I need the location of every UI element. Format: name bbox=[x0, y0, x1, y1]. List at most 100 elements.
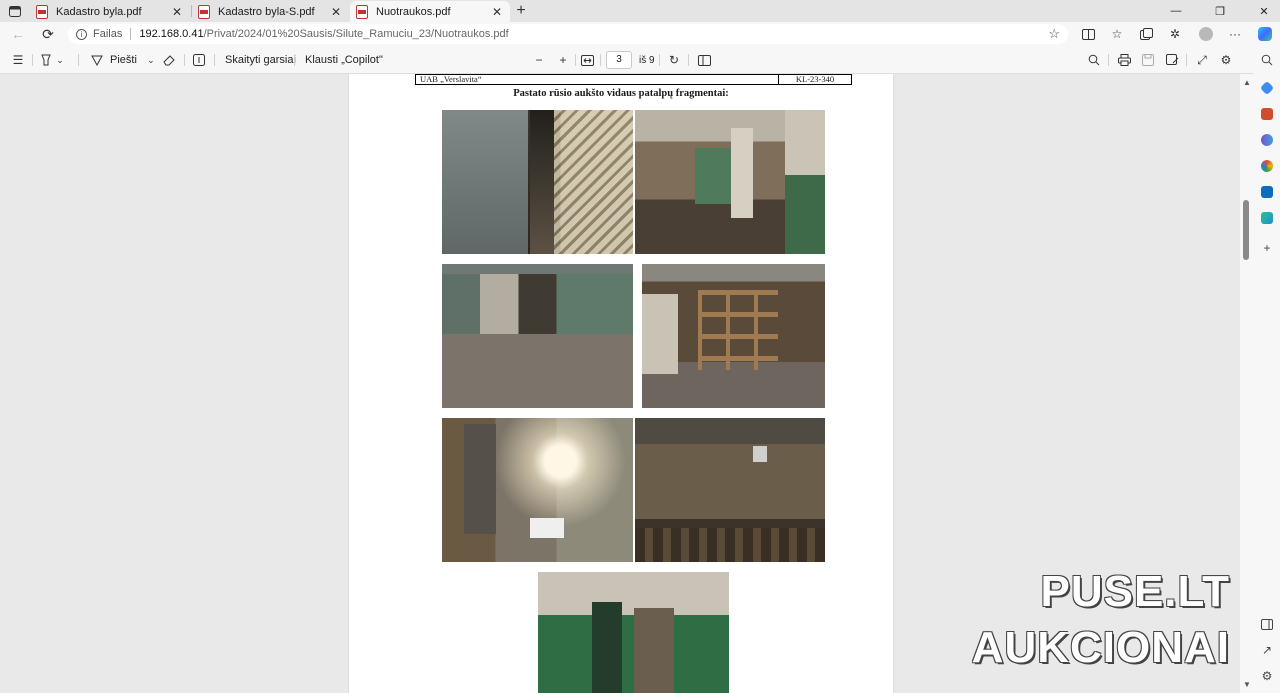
save-as-button[interactable] bbox=[1164, 51, 1180, 69]
plus-icon: + bbox=[559, 53, 567, 67]
outlook-icon[interactable] bbox=[1259, 184, 1275, 200]
save-as-icon bbox=[1164, 52, 1180, 68]
add-sidebar-app-icon[interactable]: + bbox=[1259, 240, 1275, 256]
add-text-button[interactable] bbox=[191, 51, 207, 69]
toolbar-separator bbox=[575, 54, 576, 66]
header-code: KL-23-340 bbox=[795, 74, 835, 84]
close-tab-icon[interactable]: ✕ bbox=[329, 5, 343, 19]
save-button[interactable] bbox=[1140, 51, 1156, 69]
extensions-icon[interactable]: ✲ bbox=[1167, 26, 1183, 42]
collections-icon[interactable] bbox=[1138, 26, 1154, 42]
photo-room-with-shelving bbox=[442, 264, 633, 408]
tab-label: Nuotraukos.pdf bbox=[376, 5, 451, 18]
minimize-button[interactable]: — bbox=[1162, 2, 1190, 20]
erase-button[interactable] bbox=[161, 51, 177, 69]
minus-icon: − bbox=[535, 53, 543, 67]
draw-button[interactable]: Piešti ⌄ bbox=[89, 51, 157, 69]
rotate-icon: ↻ bbox=[668, 53, 680, 67]
close-tab-icon[interactable]: ✕ bbox=[490, 5, 504, 19]
tab-label: Kadastro byla-S.pdf bbox=[218, 5, 315, 18]
url-scheme-label: Failas bbox=[93, 28, 123, 40]
pdf-toolbar: ☰ ⌄ Piešti ⌄ Skaityti garsiai Klausti „C… bbox=[0, 46, 1254, 74]
pdf-file-icon bbox=[198, 4, 210, 19]
sidebar-settings-icon[interactable]: ⚙ bbox=[1259, 668, 1275, 684]
watermark-line-1: PUSE.LT bbox=[1040, 567, 1230, 616]
scroll-thumb[interactable] bbox=[1243, 200, 1249, 260]
sidebar-panel-icon[interactable] bbox=[1259, 616, 1275, 632]
eraser-icon bbox=[161, 52, 177, 68]
fit-width-icon bbox=[579, 52, 595, 68]
pdf-page: UAB „Verslavita“ KL-23-340 Pastato rūsio… bbox=[349, 74, 893, 693]
rotate-button[interactable]: ↻ bbox=[666, 51, 682, 69]
highlight-button[interactable]: ⌄ bbox=[38, 51, 66, 69]
contents-button[interactable]: ☰ bbox=[10, 51, 26, 69]
zoom-in-button[interactable]: + bbox=[555, 51, 571, 69]
restore-button[interactable]: ❐ bbox=[1206, 2, 1234, 20]
read-aloud-button[interactable]: Skaityti garsiai bbox=[225, 51, 296, 69]
close-tab-icon[interactable]: ✕ bbox=[170, 5, 184, 19]
refresh-button[interactable]: ⟳ bbox=[38, 25, 58, 43]
page-number-input[interactable]: 3 bbox=[606, 51, 632, 69]
gear-icon: ⚙ bbox=[1220, 53, 1232, 67]
toolbar-separator bbox=[659, 54, 660, 66]
watermark: PUSE.LT AUKCIONAI bbox=[970, 563, 1260, 679]
pdf-file-icon bbox=[36, 4, 48, 19]
pdf-file-icon bbox=[356, 4, 368, 19]
ask-copilot-button[interactable]: Klausti „Copilot" bbox=[305, 51, 383, 69]
favorite-star-icon[interactable]: ☆ bbox=[1048, 26, 1060, 42]
photo-room-with-light bbox=[442, 418, 633, 562]
new-tab-button[interactable]: + bbox=[512, 2, 530, 20]
document-header-table: UAB „Verslavita“ KL-23-340 bbox=[415, 74, 852, 85]
tab-strip: Kadastro byla.pdf ✕ Kadastro byla-S.pdf … bbox=[0, 0, 1280, 22]
zoom-out-button[interactable]: − bbox=[531, 51, 547, 69]
photo-wooden-racks bbox=[642, 264, 825, 408]
avatar bbox=[1199, 27, 1213, 41]
profile-avatar[interactable] bbox=[1198, 26, 1214, 42]
draw-label: Piešti bbox=[110, 54, 137, 66]
back-button[interactable]: ← bbox=[8, 25, 28, 43]
expand-icon: ⤢ bbox=[1197, 52, 1207, 67]
site-info-icon[interactable]: i bbox=[76, 28, 87, 40]
search-button[interactable] bbox=[1086, 51, 1102, 69]
split-screen-icon[interactable] bbox=[1080, 26, 1096, 42]
toolbar-separator bbox=[1108, 54, 1109, 66]
favorites-icon[interactable]: ☆ bbox=[1109, 26, 1125, 42]
copilot-logo bbox=[1258, 27, 1272, 41]
page-view-button[interactable] bbox=[696, 51, 712, 69]
print-icon bbox=[1116, 52, 1132, 68]
games-icon[interactable] bbox=[1259, 132, 1275, 148]
ask-copilot-label: Klausti „Copilot" bbox=[305, 54, 383, 66]
settings-menu-icon[interactable]: ··· bbox=[1227, 26, 1243, 42]
tools-briefcase-icon[interactable] bbox=[1259, 106, 1275, 122]
tab-kadastro-byla[interactable]: Kadastro byla.pdf ✕ bbox=[30, 1, 190, 22]
photo-damaged-wall bbox=[635, 418, 825, 562]
sidebar-search-icon[interactable] bbox=[1259, 52, 1275, 68]
tab-kadastro-byla-s[interactable]: Kadastro byla-S.pdf ✕ bbox=[192, 1, 349, 22]
toolbar-separator bbox=[78, 54, 79, 66]
fullscreen-button[interactable]: ⤢ bbox=[1194, 51, 1210, 69]
external-link-icon[interactable]: ↗ bbox=[1259, 642, 1275, 658]
save-icon bbox=[1140, 52, 1156, 68]
copilot-icon[interactable] bbox=[1257, 26, 1273, 42]
shopping-tag-icon[interactable] bbox=[1259, 80, 1275, 96]
tab-actions-icon[interactable] bbox=[4, 2, 26, 20]
tab-label: Kadastro byla.pdf bbox=[56, 5, 142, 18]
close-window-button[interactable]: ✕ bbox=[1250, 2, 1278, 20]
tab-nuotraukos[interactable]: Nuotraukos.pdf ✕ bbox=[350, 1, 510, 22]
url-field[interactable]: i Failas 192.168.0.41 /Privat/2024/01%20… bbox=[68, 24, 1068, 44]
url-host: 192.168.0.41 bbox=[139, 28, 204, 40]
address-bar: ← ⟳ i Failas 192.168.0.41 /Privat/2024/0… bbox=[0, 22, 1280, 46]
table-of-contents-icon: ☰ bbox=[12, 53, 24, 67]
drop-icon[interactable] bbox=[1259, 210, 1275, 226]
print-button[interactable] bbox=[1116, 51, 1132, 69]
page-number-control: 3 iš 9 bbox=[606, 51, 655, 69]
microsoft-365-icon[interactable] bbox=[1259, 158, 1275, 174]
scroll-up-icon[interactable]: ▲ bbox=[1243, 78, 1251, 87]
pdf-settings-button[interactable]: ⚙ bbox=[1218, 51, 1234, 69]
draw-pen-icon bbox=[89, 52, 105, 68]
fit-to-width-button[interactable] bbox=[579, 51, 595, 69]
toolbar-separator bbox=[688, 54, 689, 66]
highlighter-icon bbox=[38, 52, 54, 68]
scroll-down-icon[interactable]: ▼ bbox=[1243, 680, 1251, 689]
chevron-down-icon: ⌄ bbox=[147, 54, 155, 65]
